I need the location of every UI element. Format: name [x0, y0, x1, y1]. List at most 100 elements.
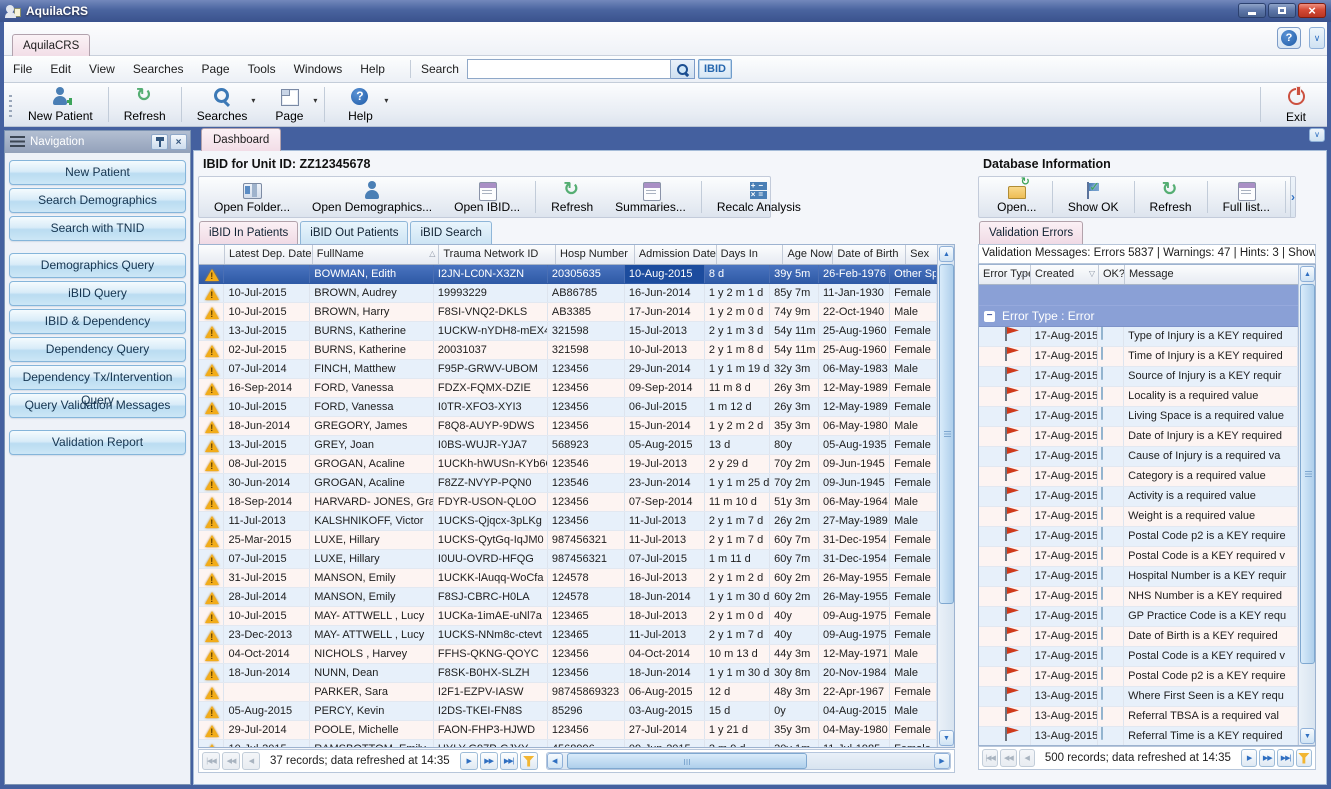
- fast-prev-button[interactable]: ◀◀: [222, 752, 240, 770]
- button-page[interactable]: Page▾: [258, 83, 320, 126]
- scrollbar-thumb[interactable]: [939, 264, 954, 604]
- patients-horizontal-scrollbar[interactable]: ◀ ▶: [546, 752, 951, 770]
- sidebar-item-dependency-tx-intervention-query[interactable]: Dependency Tx/Intervention Query: [9, 365, 186, 390]
- checkbox-icon[interactable]: [1101, 507, 1103, 520]
- column-header-fullname[interactable]: FullName△: [313, 245, 440, 264]
- button-refresh[interactable]: Refresh: [1139, 177, 1203, 217]
- validation-row[interactable]: 17-Aug-2015Postal Code p2 is a KEY requi…: [979, 527, 1298, 547]
- validation-row[interactable]: 17-Aug-2015Date of Injury is a KEY requi…: [979, 427, 1298, 447]
- table-row[interactable]: 05-Aug-2015PERCY, KevinI2DS-TKEI-FN8S852…: [199, 702, 937, 721]
- validation-row[interactable]: 17-Aug-2015Living Space is a required va…: [979, 407, 1298, 427]
- button-open-demographics[interactable]: Open Demographics...: [301, 177, 443, 217]
- checkbox-icon[interactable]: [1101, 367, 1103, 380]
- button-refresh[interactable]: Refresh: [540, 177, 604, 217]
- validation-row[interactable]: 17-Aug-2015Time of Injury is a KEY requi…: [979, 347, 1298, 367]
- search-button[interactable]: [671, 59, 695, 79]
- pin-button[interactable]: [151, 134, 168, 150]
- checkbox-icon[interactable]: [1101, 547, 1103, 560]
- checkbox-icon[interactable]: [1101, 447, 1103, 460]
- table-row[interactable]: PARKER, SaraI2F1-EZPV-IASW9874586932306-…: [199, 683, 937, 702]
- table-row[interactable]: 23-Dec-2013MAY- ATTWELL , Lucy1UCKS-NNm8…: [199, 626, 937, 645]
- ibid-search-button[interactable]: IBID: [698, 59, 732, 79]
- menu-item-searches[interactable]: Searches: [124, 58, 193, 80]
- checkbox-icon[interactable]: [1101, 347, 1103, 360]
- sidebar-item-new-patient[interactable]: New Patient: [9, 160, 186, 185]
- exit-button[interactable]: Exit: [1265, 83, 1327, 126]
- sidebar-item-dependency-query[interactable]: Dependency Query: [9, 337, 186, 362]
- toolbar-grip[interactable]: [981, 183, 984, 211]
- validation-row[interactable]: 17-Aug-2015Postal Code p2 is a KEY requi…: [979, 667, 1298, 687]
- navigation-close-button[interactable]: ×: [170, 134, 187, 150]
- checkbox-icon[interactable]: [1101, 627, 1103, 640]
- tab-ibid-in-patients[interactable]: iBID In Patients: [199, 221, 298, 244]
- checkbox-icon[interactable]: [1101, 467, 1103, 480]
- last-page-button[interactable]: ▶▶|: [500, 752, 518, 770]
- filter-button[interactable]: [520, 752, 538, 770]
- prev-page-button[interactable]: ◀: [242, 752, 260, 770]
- table-row[interactable]: 28-Jul-2014MANSON, EmilyF8SJ-CBRC-H0LA12…: [199, 588, 937, 607]
- toolbar-grip[interactable]: [6, 89, 15, 120]
- checkbox-icon[interactable]: [1101, 727, 1103, 740]
- checkbox-icon[interactable]: [1101, 407, 1103, 420]
- column-header-ok[interactable]: OK?: [1099, 265, 1125, 284]
- checkbox-icon[interactable]: [1101, 427, 1103, 440]
- last-page-button[interactable]: ▶▶|: [1277, 749, 1293, 767]
- button-open[interactable]: Open...: [986, 177, 1048, 217]
- table-row[interactable]: 30-Jun-2014GROGAN, AcalineF8ZZ-NVYP-PQN0…: [199, 474, 937, 493]
- validation-vertical-scrollbar[interactable]: ▲ ▼: [1298, 265, 1315, 745]
- checkbox-icon[interactable]: [1101, 587, 1103, 600]
- sidebar-item-ibid-query[interactable]: iBID Query: [9, 281, 186, 306]
- checkbox-icon[interactable]: [1101, 707, 1103, 720]
- scroll-down-icon[interactable]: ▼: [939, 730, 954, 746]
- button-help[interactable]: Help▾: [329, 83, 391, 126]
- table-row[interactable]: 08-Jul-2015GROGAN, Acaline1UCKh-hWUSn-KY…: [199, 455, 937, 474]
- button-open-ibid[interactable]: Open IBID...: [443, 177, 531, 217]
- sidebar-item-validation-report[interactable]: Validation Report: [9, 430, 186, 455]
- checkbox-icon[interactable]: [1101, 647, 1103, 660]
- table-row[interactable]: 18-Jun-2014GREGORY, JamesF8Q8-AUYP-9DWS1…: [199, 417, 937, 436]
- hamburger-icon[interactable]: [10, 136, 25, 148]
- column-header-created[interactable]: Created▽: [1031, 265, 1099, 284]
- scroll-down-icon[interactable]: ▼: [1300, 728, 1315, 744]
- first-page-button[interactable]: |◀◀: [202, 752, 220, 770]
- table-row[interactable]: 13-Jul-2015BURNS, Katherine1UCKW-nYDH8-m…: [199, 322, 937, 341]
- button-full-list[interactable]: Full list...: [1212, 177, 1281, 217]
- button-recalc-analysis[interactable]: Recalc Analysis: [706, 177, 812, 217]
- column-header-error-type[interactable]: Error Type△: [979, 265, 1031, 284]
- column-header-message[interactable]: Message: [1125, 265, 1300, 284]
- table-row[interactable]: 13-Jul-2015GREY, JoanI0BS-WUJR-YJA756892…: [199, 436, 937, 455]
- collapse-icon[interactable]: −: [984, 311, 995, 322]
- checkbox-icon[interactable]: [1101, 567, 1103, 580]
- checkbox-icon[interactable]: [1101, 387, 1103, 400]
- selected-empty-row[interactable]: [979, 285, 1298, 306]
- first-page-button[interactable]: |◀◀: [982, 749, 998, 767]
- column-header-warning[interactable]: [199, 245, 225, 264]
- table-row[interactable]: 18-Sep-2014HARVARD- JONES, GrayFDYR-USON…: [199, 493, 937, 512]
- table-row[interactable]: 02-Jul-2015BURNS, Katherine2003103732159…: [199, 341, 937, 360]
- validation-row[interactable]: 13-Aug-2015Referral TBSA is a required v…: [979, 707, 1298, 727]
- column-header-trauma-network-id[interactable]: Trauma Network ID: [439, 245, 556, 264]
- sidebar-item-search-with-tnid[interactable]: Search with TNID: [9, 216, 186, 241]
- checkbox-icon[interactable]: [1101, 487, 1103, 500]
- checkbox-icon[interactable]: [1101, 607, 1103, 620]
- validation-row[interactable]: 17-Aug-2015Category is a required value: [979, 467, 1298, 487]
- table-row[interactable]: 25-Mar-2015LUXE, Hillary1UCKS-QytGq-IqJM…: [199, 531, 937, 550]
- toolbar-options-chevron-icon[interactable]: ∨: [1309, 128, 1325, 142]
- table-row[interactable]: 07-Jul-2015LUXE, HillaryI0UU-OVRD-HFQG98…: [199, 550, 937, 569]
- validation-row[interactable]: 17-Aug-2015Source of Injury is a KEY req…: [979, 367, 1298, 387]
- column-header-hosp-number[interactable]: Hosp Number: [556, 245, 635, 264]
- validation-row[interactable]: 17-Aug-2015Postal Code is a KEY required…: [979, 647, 1298, 667]
- minimize-button[interactable]: [1238, 3, 1266, 18]
- validation-row[interactable]: 17-Aug-2015NHS Number is a KEY required: [979, 587, 1298, 607]
- table-row[interactable]: 11-Jul-2013KALSHNIKOFF, Victor1UCKS-Qjqc…: [199, 512, 937, 531]
- validation-row[interactable]: 13-Aug-2015Where First Seen is a KEY req…: [979, 687, 1298, 707]
- scroll-right-icon[interactable]: ▶: [934, 753, 950, 769]
- validation-row[interactable]: 17-Aug-2015Cause of Injury is a required…: [979, 447, 1298, 467]
- button-show-ok[interactable]: Show OK: [1057, 177, 1130, 217]
- sidebar-item-query-validation-messages[interactable]: Query Validation Messages: [9, 393, 186, 418]
- table-row[interactable]: 10-Jul-2015BROWN, Audrey19993229AB867851…: [199, 284, 937, 303]
- validation-row[interactable]: 17-Aug-2015Postal Code is a KEY required…: [979, 547, 1298, 567]
- sidebar-item-search-demographics[interactable]: Search Demographics: [9, 188, 186, 213]
- patients-vertical-scrollbar[interactable]: ▲ ▼: [937, 245, 954, 747]
- table-row[interactable]: 10-Jul-2015MAY- ATTWELL , Lucy1UCKa-1imA…: [199, 607, 937, 626]
